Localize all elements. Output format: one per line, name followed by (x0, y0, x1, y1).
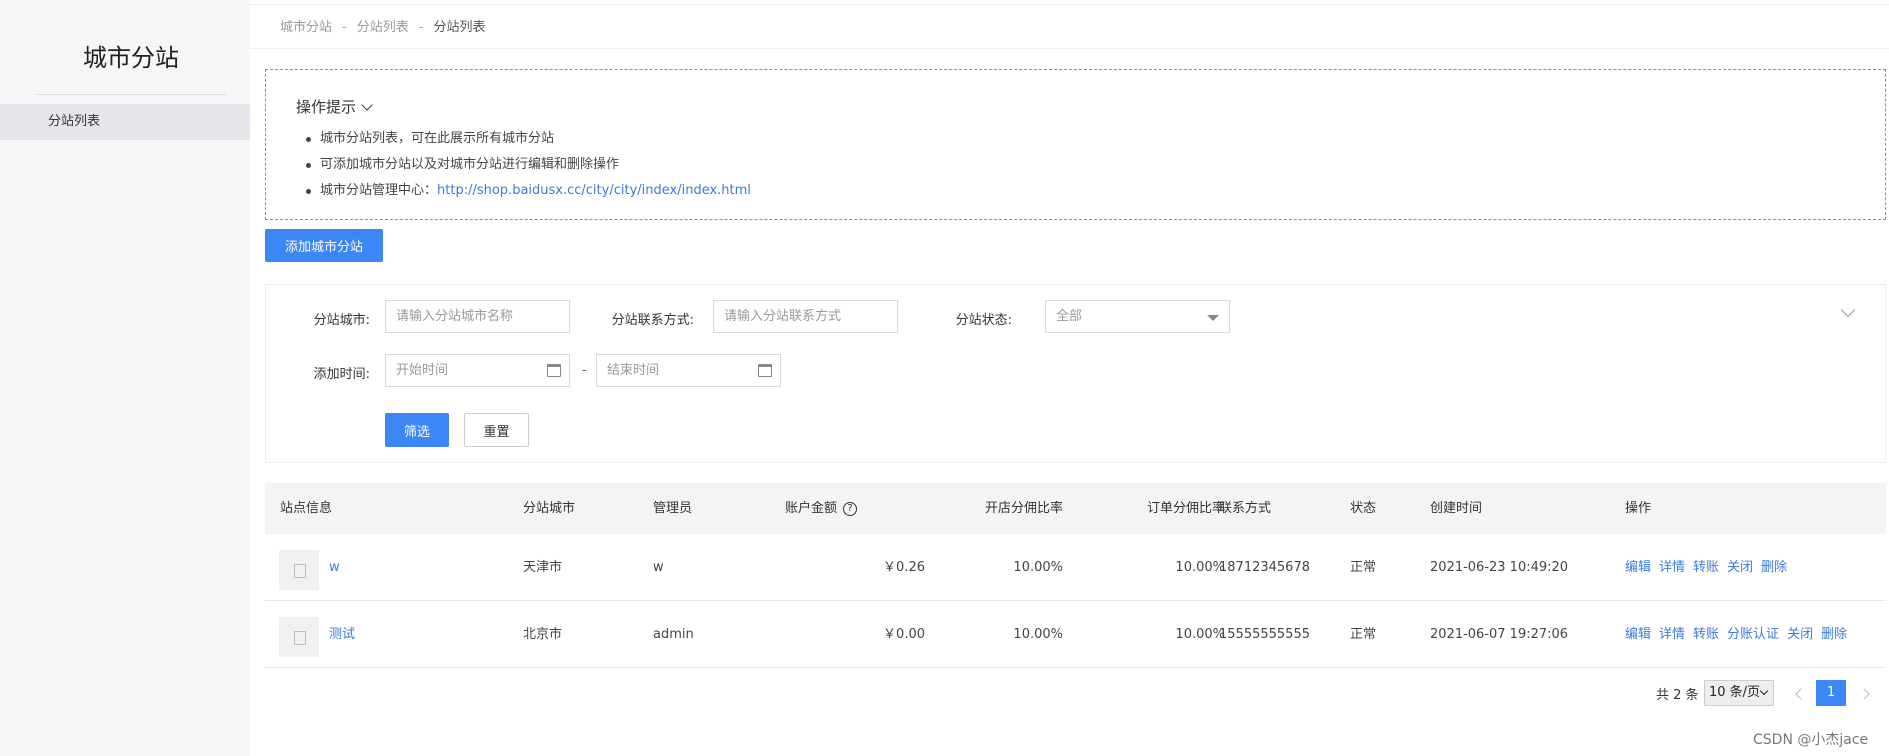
tip-item: 可添加城市分站以及对城市分站进行编辑和删除操作 (306, 152, 751, 178)
cell-city: 北京市 (523, 627, 563, 642)
breadcrumb-divider (250, 48, 1889, 49)
status-select[interactable]: 全部 (1045, 300, 1230, 333)
city-filter-input[interactable]: 请输入分站城市名称 (385, 300, 570, 333)
cell-admin: admin (653, 627, 694, 642)
calendar-icon (758, 364, 772, 377)
col-site-info: 站点信息 (280, 501, 333, 516)
split-auth-link[interactable]: 分账认证 (1727, 627, 1779, 642)
cell-open-rate: 10.00% (1013, 627, 1063, 642)
caret-down-icon (1207, 315, 1219, 321)
edit-link[interactable]: 编辑 (1625, 560, 1651, 575)
time-filter-label: 添加时间: (313, 367, 370, 382)
tip-item: 城市分站管理中心：http://shop.baidusx.cc/city/cit… (306, 178, 751, 204)
close-link[interactable]: 关闭 (1787, 627, 1813, 642)
tips-list: 城市分站列表，可在此展示所有城市分站 可添加城市分站以及对城市分站进行编辑和删除… (306, 126, 751, 204)
cell-status: 正常 (1350, 560, 1377, 575)
cell-ops: 编辑 详情 转账 分账认证 关闭 删除 (1625, 601, 1855, 668)
operation-tips-panel: 操作提示 城市分站列表，可在此展示所有城市分站 可添加城市分站以及对城市分站进行… (265, 69, 1886, 220)
page-number-current[interactable]: 1 (1816, 680, 1846, 706)
detail-link[interactable]: 详情 (1659, 627, 1685, 642)
tip-item: 城市分站列表，可在此展示所有城市分站 (306, 126, 751, 152)
filter-button[interactable]: 筛选 (385, 413, 449, 447)
end-time-input[interactable]: 结束时间 (596, 354, 781, 387)
edit-link[interactable]: 编辑 (1625, 627, 1651, 642)
add-city-station-button[interactable]: 添加城市分站 (265, 229, 383, 262)
breadcrumb-item[interactable]: 城市分站 (280, 20, 332, 35)
top-divider (250, 4, 1889, 5)
filter-panel: 分站城市: 请输入分站城市名称 分站联系方式: 请输入分站联系方式 分站状态: … (265, 284, 1886, 463)
col-order-rate: 订单分佣比率 (1146, 501, 1225, 516)
delete-link[interactable]: 删除 (1821, 627, 1847, 642)
contact-filter-label: 分站联系方式: (611, 313, 694, 328)
calendar-icon (547, 364, 561, 377)
city-filter-label: 分站城市: (313, 313, 370, 328)
col-admin: 管理员 (653, 501, 693, 516)
delete-link[interactable]: 删除 (1761, 560, 1787, 575)
help-icon[interactable]: ? (843, 501, 858, 516)
col-balance: 账户金额? (785, 483, 858, 534)
next-page-icon[interactable] (1858, 688, 1870, 700)
sidebar-divider (36, 94, 226, 95)
watermark: CSDN @小杰jace (1753, 732, 1869, 748)
status-filter-label: 分站状态: (955, 313, 1012, 328)
station-name-link[interactable]: 测试 (329, 601, 355, 668)
breadcrumb-separator: - (342, 20, 347, 35)
page-size-select[interactable]: 10 条/页 (1704, 680, 1774, 706)
col-status: 状态 (1350, 501, 1377, 516)
sidebar-item-station-list[interactable]: 分站列表 (0, 104, 250, 140)
breadcrumb: 城市分站 - 分站列表 - 分站列表 (280, 16, 485, 35)
management-center-link[interactable]: http://shop.baidusx.cc/city/city/index/i… (437, 183, 751, 198)
time-range-separator: - (582, 363, 587, 378)
collapse-chevron-icon[interactable] (1840, 302, 1856, 318)
table-header: 站点信息 分站城市 管理员 账户金额? 开店分佣比率 订单分佣比率 联系方式 状… (265, 483, 1886, 534)
station-thumbnail-icon (279, 550, 319, 590)
detail-link[interactable]: 详情 (1659, 560, 1685, 575)
cell-order-rate: 10.00% (1175, 627, 1225, 642)
cell-status: 正常 (1350, 627, 1377, 642)
col-open-rate: 开店分佣比率 (984, 501, 1063, 516)
col-created: 创建时间 (1430, 501, 1483, 516)
cell-order-rate: 10.00% (1175, 560, 1225, 575)
breadcrumb-item[interactable]: 分站列表 (357, 20, 409, 35)
chevron-down-icon (361, 99, 373, 111)
station-thumbnail-icon (279, 617, 319, 657)
sidebar: 城市分站 分站列表 (0, 0, 250, 756)
cell-balance: ￥0.26 (883, 560, 925, 575)
cell-ops: 编辑 详情 转账 关闭 删除 (1625, 534, 1795, 601)
table-row: 测试 北京市 admin ￥0.00 10.00% 10.00% 1555555… (265, 601, 1886, 668)
chevron-down-icon (1759, 686, 1769, 696)
sidebar-title: 城市分站 (83, 44, 179, 72)
transfer-link[interactable]: 转账 (1693, 627, 1719, 642)
breadcrumb-current: 分站列表 (433, 20, 486, 35)
tips-title: 操作提示 (296, 98, 357, 116)
prev-page-icon[interactable] (1795, 688, 1807, 700)
cell-contact: 15555555555 (1219, 627, 1310, 642)
table-row: w 天津市 w ￥0.26 10.00% 10.00% 18712345678 … (265, 534, 1886, 601)
close-link[interactable]: 关闭 (1727, 560, 1753, 575)
transfer-link[interactable]: 转账 (1693, 560, 1719, 575)
cell-created: 2021-06-23 10:49:20 (1430, 560, 1569, 575)
pagination-total: 共 2 条 (1656, 688, 1699, 703)
station-name-link[interactable]: w (329, 534, 340, 601)
col-ops: 操作 (1625, 501, 1652, 516)
breadcrumb-separator: - (418, 20, 424, 35)
cell-contact: 18712345678 (1219, 560, 1310, 575)
cell-open-rate: 10.00% (1013, 560, 1063, 575)
col-contact: 联系方式 (1219, 501, 1272, 516)
col-city: 分站城市 (523, 501, 576, 516)
reset-button[interactable]: 重置 (464, 413, 529, 447)
cell-admin: w (653, 560, 664, 575)
cell-balance: ￥0.00 (883, 627, 925, 642)
start-time-input[interactable]: 开始时间 (385, 354, 570, 387)
tips-title-toggle[interactable]: 操作提示 (296, 96, 373, 117)
contact-filter-input[interactable]: 请输入分站联系方式 (713, 300, 898, 333)
cell-city: 天津市 (523, 560, 563, 575)
cell-created: 2021-06-07 19:27:06 (1430, 627, 1569, 642)
